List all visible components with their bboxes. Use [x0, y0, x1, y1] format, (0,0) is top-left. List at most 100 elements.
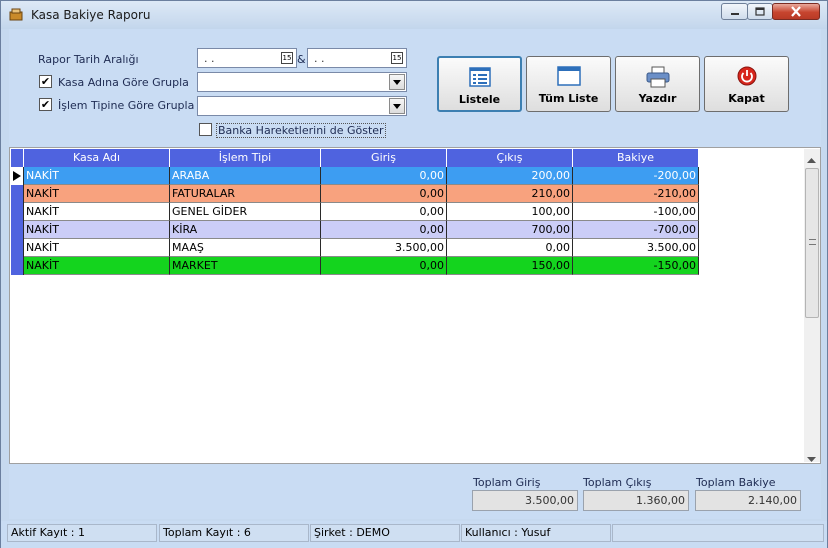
date-end-value: . . — [314, 52, 325, 65]
calendar-icon[interactable]: 15 — [391, 52, 403, 64]
status-company: Şirket : DEMO — [310, 524, 460, 542]
cash-group-select[interactable] — [197, 72, 407, 92]
chevron-down-icon[interactable] — [389, 98, 405, 114]
table-cell-kasa[interactable]: NAKİT — [24, 221, 170, 239]
close-button[interactable]: Kapat — [704, 56, 789, 112]
table-cell-bakiye[interactable]: -700,00 — [573, 221, 699, 239]
window-icon — [556, 66, 581, 86]
row-indicator[interactable] — [11, 239, 24, 257]
vertical-scrollbar[interactable] — [804, 149, 820, 462]
date-start-value: . . — [204, 52, 215, 65]
column-header-bakiye[interactable]: Bakiye — [573, 149, 699, 167]
table-row[interactable]: NAKİT MARKET 0,00 150,00 -150,00 — [11, 257, 699, 275]
column-header-giris[interactable]: Giriş — [321, 149, 447, 167]
maximize-icon — [755, 7, 765, 16]
show-bank-checkbox[interactable] — [199, 123, 212, 136]
table-row[interactable]: NAKİT GENEL GİDER 0,00 100,00 -100,00 — [11, 203, 699, 221]
current-row-arrow-icon — [13, 171, 21, 181]
table-cell-tip[interactable]: MAAŞ — [170, 239, 321, 257]
table-row[interactable]: NAKİT ARABA 0,00 200,00 -200,00 — [11, 167, 699, 185]
all-list-button-label: Tüm Liste — [538, 92, 599, 105]
print-button[interactable]: Yazdır — [615, 56, 700, 112]
status-user: Kullanıcı : Yusuf — [461, 524, 611, 542]
table-cell-bakiye[interactable]: -100,00 — [573, 203, 699, 221]
table-cell-bakiye[interactable]: -150,00 — [573, 257, 699, 275]
close-button-label: Kapat — [728, 92, 765, 105]
row-indicator[interactable] — [11, 185, 24, 203]
table-cell-tip[interactable]: ARABA — [170, 167, 321, 185]
table-cell-bakiye[interactable]: -210,00 — [573, 185, 699, 203]
chevron-down-icon[interactable] — [389, 74, 405, 90]
row-indicator[interactable] — [11, 257, 24, 275]
table-cell-tip[interactable]: GENEL GİDER — [170, 203, 321, 221]
table-cell-tip[interactable]: MARKET — [170, 257, 321, 275]
table-cell-kasa[interactable]: NAKİT — [24, 167, 170, 185]
list-button-label: Listele — [458, 93, 501, 106]
group-by-type-checkbox[interactable]: ✔ — [39, 98, 52, 111]
table-row[interactable]: NAKİT MAAŞ 3.500,00 0,00 3.500,00 — [11, 239, 699, 257]
date-end-field[interactable]: . . 15 — [307, 48, 407, 68]
table-cell-tip[interactable]: FATURALAR — [170, 185, 321, 203]
all-list-button[interactable]: Tüm Liste — [526, 56, 611, 112]
group-by-cash-label: Kasa Adına Göre Grupla — [58, 76, 189, 89]
group-by-cash-checkbox[interactable]: ✔ — [39, 75, 52, 88]
table-cell-bakiye[interactable]: -200,00 — [573, 167, 699, 185]
total-cikis-value: 1.360,00 — [583, 490, 689, 511]
table-cell-cikis[interactable]: 200,00 — [447, 167, 573, 185]
status-active-record: Aktif Kayıt : 1 — [7, 524, 157, 542]
list-button[interactable]: Listele — [437, 56, 522, 112]
table-cell-cikis[interactable]: 100,00 — [447, 203, 573, 221]
table-row[interactable]: NAKİT KİRA 0,00 700,00 -700,00 — [11, 221, 699, 239]
table-cell-cikis[interactable]: 150,00 — [447, 257, 573, 275]
drawer-icon — [9, 8, 23, 21]
row-indicator[interactable] — [11, 221, 24, 239]
table-cell-tip[interactable]: KİRA — [170, 221, 321, 239]
filter-panel: Rapor Tarih Aralığı . . 15 & . . 15 ✔ Ka… — [9, 29, 821, 147]
row-indicator[interactable] — [11, 203, 24, 221]
date-range-label: Rapor Tarih Aralığı — [38, 53, 139, 66]
close-icon — [791, 6, 801, 17]
minimize-button[interactable] — [721, 3, 748, 20]
calendar-icon[interactable]: 15 — [281, 52, 293, 64]
status-empty-panel — [612, 524, 824, 542]
total-giris-label: Toplam Giriş — [473, 476, 541, 489]
window-close-button[interactable] — [772, 3, 820, 20]
table-cell-cikis[interactable]: 0,00 — [447, 239, 573, 257]
total-bakiye-value: 2.140,00 — [695, 490, 801, 511]
table-cell-bakiye[interactable]: 3.500,00 — [573, 239, 699, 257]
table-cell-kasa[interactable]: NAKİT — [24, 203, 170, 221]
window-title: Kasa Bakiye Raporu — [31, 8, 151, 22]
table-cell-cikis[interactable]: 210,00 — [447, 185, 573, 203]
table-cell-giris[interactable]: 0,00 — [321, 203, 447, 221]
table-cell-giris[interactable]: 0,00 — [321, 221, 447, 239]
date-start-field[interactable]: . . 15 — [197, 48, 297, 68]
total-giris-value: 3.500,00 — [472, 490, 578, 511]
scroll-up-arrow-icon[interactable] — [807, 153, 816, 166]
table-cell-giris[interactable]: 0,00 — [321, 185, 447, 203]
table-cell-giris[interactable]: 0,00 — [321, 167, 447, 185]
table-cell-kasa[interactable]: NAKİT — [24, 239, 170, 257]
date-separator: & — [297, 53, 306, 66]
type-group-select[interactable] — [197, 96, 407, 116]
column-header-islem-tipi[interactable]: İşlem Tipi — [170, 149, 321, 167]
table-cell-giris[interactable]: 0,00 — [321, 257, 447, 275]
status-bar: Aktif Kayıt : 1 Toplam Kayıt : 6 Şirket … — [1, 521, 827, 548]
grid-corner — [11, 149, 24, 167]
power-icon — [737, 66, 756, 86]
report-grid[interactable]: Kasa Adı İşlem Tipi Giriş Çıkış Bakiye N… — [9, 147, 821, 464]
status-total-records: Toplam Kayıt : 6 — [159, 524, 309, 542]
table-cell-kasa[interactable]: NAKİT — [24, 185, 170, 203]
table-cell-giris[interactable]: 3.500,00 — [321, 239, 447, 257]
totals-panel: Toplam Giriş 3.500,00 Toplam Çıkış 1.360… — [9, 464, 821, 519]
column-header-cikis[interactable]: Çıkış — [447, 149, 573, 167]
row-indicator[interactable] — [11, 167, 24, 185]
column-header-kasa[interactable]: Kasa Adı — [24, 149, 170, 167]
scroll-thumb[interactable] — [805, 168, 819, 318]
group-by-type-label: İşlem Tipine Göre Grupla — [58, 99, 195, 112]
table-cell-cikis[interactable]: 700,00 — [447, 221, 573, 239]
table-row[interactable]: NAKİT FATURALAR 0,00 210,00 -210,00 — [11, 185, 699, 203]
show-bank-label: Banka Hareketlerini de Göster — [216, 123, 386, 138]
minimize-icon — [730, 12, 739, 15]
table-cell-kasa[interactable]: NAKİT — [24, 257, 170, 275]
maximize-button[interactable] — [747, 3, 773, 20]
